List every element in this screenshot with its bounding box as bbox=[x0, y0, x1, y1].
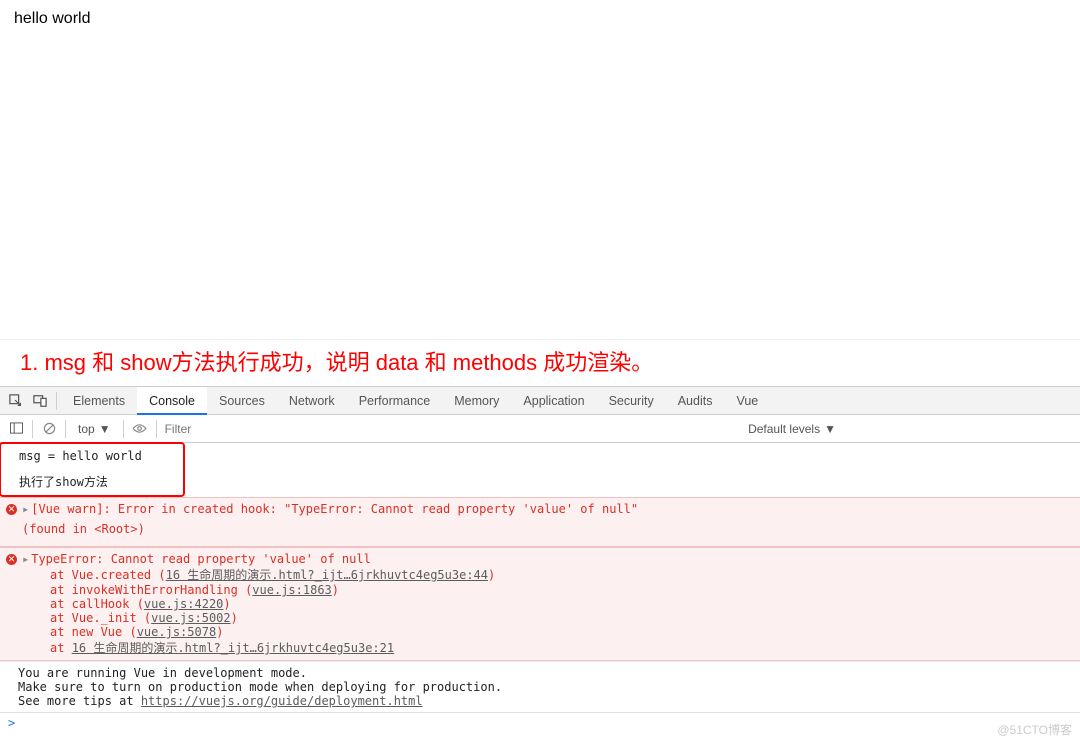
tab-performance[interactable]: Performance bbox=[347, 387, 443, 415]
tab-network[interactable]: Network bbox=[277, 387, 347, 415]
context-label: top bbox=[78, 422, 95, 436]
info-line: You are running Vue in development mode. bbox=[18, 666, 1062, 680]
chevron-down-icon: ▼ bbox=[824, 422, 836, 436]
tab-vue[interactable]: Vue bbox=[724, 387, 770, 415]
page-text: hello world bbox=[14, 10, 1066, 28]
console-output: msg = hello world 执行了show方法 ✕ ▸[Vue warn… bbox=[0, 442, 1080, 733]
stack-at: at bbox=[50, 641, 72, 655]
error-found-in: (found in <Root>) bbox=[22, 516, 1072, 542]
info-entry: You are running Vue in development mode.… bbox=[0, 661, 1080, 712]
device-icon[interactable] bbox=[28, 390, 52, 412]
expand-icon[interactable]: ▸ bbox=[22, 552, 29, 566]
error-entry: ✕ ▸TypeError: Cannot read property 'valu… bbox=[0, 547, 1080, 661]
error-icon: ✕ bbox=[6, 504, 17, 515]
annotation-box-1: msg = hello world 执行了show方法 bbox=[0, 442, 185, 497]
error-message: TypeError: Cannot read property 'value' … bbox=[31, 552, 371, 566]
log-levels-selector[interactable]: Default levels ▼ bbox=[748, 422, 836, 436]
separator bbox=[32, 420, 33, 438]
tab-sources[interactable]: Sources bbox=[207, 387, 277, 415]
separator bbox=[56, 392, 57, 410]
stack-at: at invokeWithErrorHandling ( bbox=[50, 583, 252, 597]
tab-elements[interactable]: Elements bbox=[61, 387, 137, 415]
filter-input[interactable] bbox=[161, 420, 521, 438]
tab-console[interactable]: Console bbox=[137, 387, 207, 415]
stack-link[interactable]: 16 生命周期的演示.html?_ijt…6jrkhuvtc4eg5u3e:44 bbox=[166, 568, 488, 582]
inspect-icon[interactable] bbox=[4, 390, 28, 412]
stack-link[interactable]: vue.js:5002 bbox=[151, 611, 230, 625]
devtools-panel: Elements Console Sources Network Perform… bbox=[0, 386, 1080, 733]
error-icon: ✕ bbox=[6, 554, 17, 565]
watermark: @51CTO博客 bbox=[997, 721, 1072, 738]
tab-security[interactable]: Security bbox=[597, 387, 666, 415]
context-selector[interactable]: top ▼ bbox=[70, 422, 119, 436]
stack-link[interactable]: 16 生命周期的演示.html?_ijt…6jrkhuvtc4eg5u3e:21 bbox=[72, 641, 394, 655]
eye-icon[interactable] bbox=[128, 418, 152, 440]
separator bbox=[123, 420, 124, 438]
filter-input-wrap bbox=[161, 420, 521, 438]
error-entry: ✕ ▸[Vue warn]: Error in created hook: "T… bbox=[0, 497, 1080, 547]
stack-link[interactable]: vue.js:1863 bbox=[252, 583, 331, 597]
error-message: [Vue warn]: Error in created hook: "Type… bbox=[31, 502, 638, 516]
tab-memory[interactable]: Memory bbox=[442, 387, 511, 415]
sidebar-toggle-icon[interactable] bbox=[4, 418, 28, 440]
console-prompt[interactable]: > bbox=[0, 712, 1080, 733]
chevron-down-icon: ▼ bbox=[99, 422, 111, 436]
separator bbox=[65, 420, 66, 438]
info-link[interactable]: https://vuejs.org/guide/deployment.html bbox=[141, 694, 423, 708]
info-line: See more tips at bbox=[18, 694, 141, 708]
stack-at: at callHook ( bbox=[50, 597, 144, 611]
stack-at: at Vue._init ( bbox=[50, 611, 151, 625]
page-viewport: hello world bbox=[0, 0, 1080, 340]
expand-icon[interactable]: ▸ bbox=[22, 502, 29, 516]
levels-label: Default levels bbox=[748, 422, 820, 436]
tab-application[interactable]: Application bbox=[511, 387, 596, 415]
separator bbox=[156, 420, 157, 438]
log-line: 执行了show方法 bbox=[1, 468, 183, 495]
clear-console-icon[interactable] bbox=[37, 418, 61, 440]
devtools-tabs: Elements Console Sources Network Perform… bbox=[0, 387, 1080, 415]
info-line: Make sure to turn on production mode whe… bbox=[18, 680, 1062, 694]
annotation-1: 1. msg 和 show方法执行成功，说明 data 和 methods 成功… bbox=[20, 345, 653, 377]
log-line: msg = hello world bbox=[1, 444, 183, 468]
stack-link[interactable]: vue.js:5078 bbox=[137, 625, 216, 639]
stack-at: at Vue.created ( bbox=[50, 568, 166, 582]
console-toolbar: top ▼ Default levels ▼ bbox=[0, 415, 1080, 443]
tab-audits[interactable]: Audits bbox=[666, 387, 725, 415]
stack-at: at new Vue ( bbox=[50, 625, 137, 639]
stack-link[interactable]: vue.js:4220 bbox=[144, 597, 223, 611]
